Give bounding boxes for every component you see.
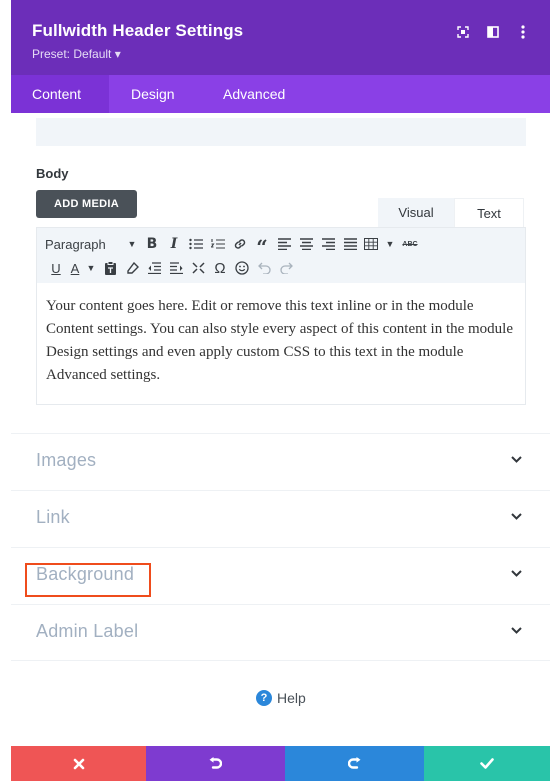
toolbar-row-2: U A ▼ Ω xyxy=(45,256,297,280)
cancel-button[interactable] xyxy=(11,746,146,781)
help-icon: ? xyxy=(256,690,272,706)
title-field[interactable] xyxy=(36,118,526,146)
fullscreen-editor-icon[interactable] xyxy=(187,258,209,278)
chevron-down-icon xyxy=(511,570,522,577)
section-admin-label[interactable]: Admin Label xyxy=(11,604,550,661)
numbered-list-icon[interactable] xyxy=(207,234,229,254)
redo-button[interactable] xyxy=(285,746,424,781)
redo-icon[interactable] xyxy=(275,258,297,278)
text-color-icon[interactable]: A xyxy=(67,258,83,278)
fullscreen-icon[interactable] xyxy=(448,22,478,42)
body-editor: Paragraph ▼ B I “ ▼ ABC U A ▼ Ω Your con… xyxy=(36,227,526,405)
section-background[interactable]: Background xyxy=(11,547,550,604)
help-label: Help xyxy=(277,690,306,706)
format-select[interactable]: Paragraph xyxy=(45,234,123,254)
emoji-icon[interactable] xyxy=(231,258,253,278)
clear-formatting-icon[interactable] xyxy=(121,258,143,278)
split-view-icon[interactable] xyxy=(478,22,508,42)
add-media-button[interactable]: ADD MEDIA xyxy=(36,190,137,218)
outdent-icon[interactable] xyxy=(143,258,165,278)
cancel-icon xyxy=(73,758,84,769)
chevron-down-icon xyxy=(511,456,522,463)
more-options-icon[interactable] xyxy=(508,22,538,42)
header-icons xyxy=(448,22,538,42)
paste-text-icon[interactable] xyxy=(99,258,121,278)
help-link[interactable]: ? Help xyxy=(256,690,306,706)
settings-header: Fullwidth Header Settings Preset: Defaul… xyxy=(11,0,550,75)
special-character-icon[interactable]: Ω xyxy=(209,258,231,278)
redo-icon xyxy=(348,757,361,769)
section-title: Images xyxy=(36,450,97,470)
section-title: Admin Label xyxy=(36,621,139,641)
justify-icon[interactable] xyxy=(339,234,361,254)
text-color-chevron-icon[interactable]: ▼ xyxy=(83,258,99,278)
indent-icon[interactable] xyxy=(165,258,187,278)
section-link[interactable]: Link xyxy=(11,490,550,547)
strikethrough-icon[interactable]: ABC xyxy=(399,234,421,254)
undo-icon xyxy=(209,757,222,769)
editor-mode-tabs: Visual Text xyxy=(378,198,524,227)
table-icon[interactable] xyxy=(361,234,381,254)
tab-content[interactable]: Content xyxy=(11,75,109,113)
bottom-action-bar xyxy=(11,746,550,781)
tab-design[interactable]: Design xyxy=(109,75,201,113)
undo-icon[interactable] xyxy=(253,258,275,278)
section-images[interactable]: Images xyxy=(11,433,550,490)
bullet-list-icon[interactable] xyxy=(185,234,207,254)
table-chevron-down-icon[interactable]: ▼ xyxy=(381,234,399,254)
bold-button[interactable]: B xyxy=(141,234,163,254)
underline-button[interactable]: U xyxy=(45,258,67,278)
body-content-text[interactable]: Your content goes here. Edit or remove t… xyxy=(46,295,518,387)
chevron-down-icon xyxy=(511,627,522,634)
blockquote-icon[interactable]: “ xyxy=(251,234,273,257)
chevron-down-icon[interactable]: ▼ xyxy=(123,234,141,254)
chevron-down-icon xyxy=(511,513,522,520)
editor-toolbar: Paragraph ▼ B I “ ▼ ABC U A ▼ Ω xyxy=(37,228,525,283)
tab-visual[interactable]: Visual xyxy=(378,198,454,227)
link-icon[interactable] xyxy=(229,234,251,254)
header-title: Fullwidth Header Settings xyxy=(32,21,244,40)
undo-button[interactable] xyxy=(146,746,285,781)
toolbar-row-1: Paragraph ▼ B I “ ▼ ABC xyxy=(45,232,421,257)
save-button[interactable] xyxy=(424,746,550,781)
body-label: Body xyxy=(36,166,69,181)
align-right-icon[interactable] xyxy=(317,234,339,254)
tab-advanced[interactable]: Advanced xyxy=(201,75,311,113)
align-center-icon[interactable] xyxy=(295,234,317,254)
section-title: Link xyxy=(36,507,70,527)
align-left-icon[interactable] xyxy=(273,234,295,254)
preset-selector[interactable]: Preset: Default ▾ xyxy=(32,47,121,61)
italic-button[interactable]: I xyxy=(163,234,185,254)
tab-text[interactable]: Text xyxy=(454,198,524,227)
save-icon xyxy=(480,758,494,769)
settings-tabs: Content Design Advanced xyxy=(11,75,550,113)
section-title: Background xyxy=(36,564,135,584)
